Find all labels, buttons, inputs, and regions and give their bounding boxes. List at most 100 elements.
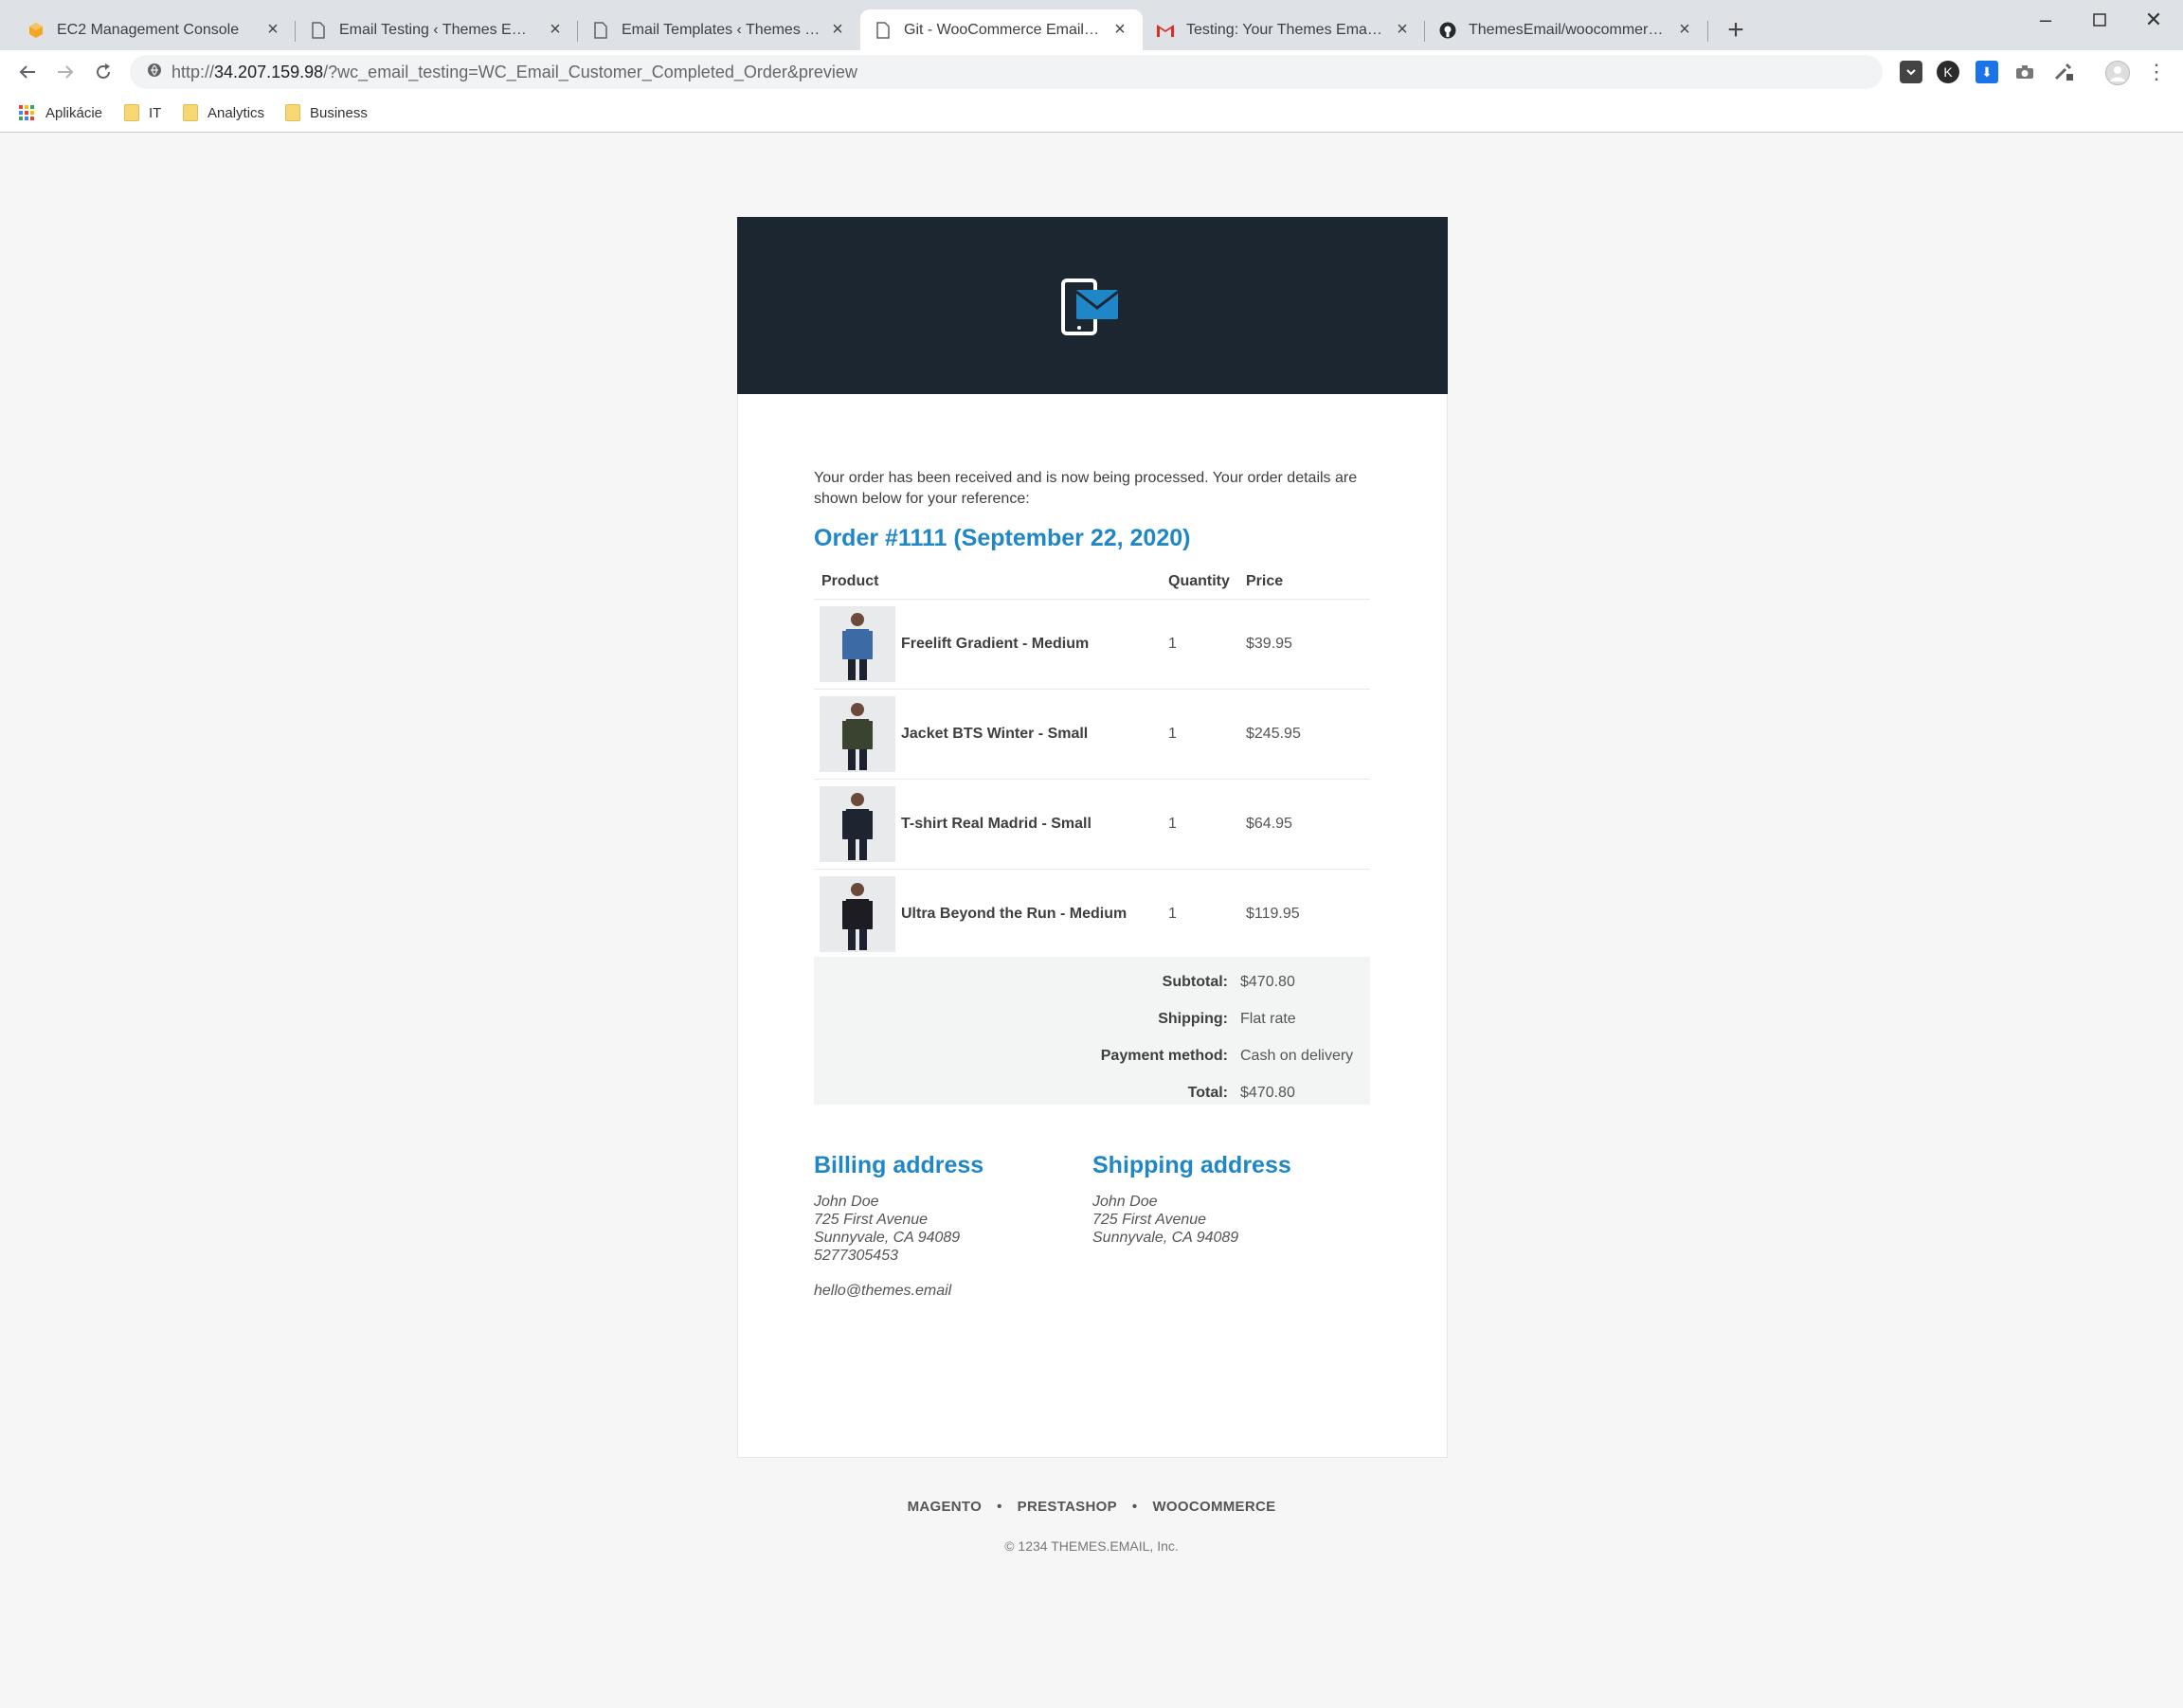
bookmark-folder-business[interactable]: Business [285, 101, 368, 124]
email-body: Your order has been received and is now … [737, 394, 1448, 1458]
totals-label: Subtotal: [1162, 974, 1228, 990]
close-icon[interactable]: × [263, 19, 282, 41]
table-row: Ultra Beyond the Run - Medium 1 $119.95 [814, 869, 1370, 959]
footer-link-woocommerce[interactable]: WOOCOMMERCE [1152, 1499, 1275, 1515]
billing-phone: 5277305453 [814, 1248, 898, 1264]
bookmark-apps[interactable]: Aplikácie [19, 101, 102, 124]
bookmark-folder-it[interactable]: IT [124, 101, 161, 124]
product-thumbnail [820, 876, 895, 952]
product-quantity: 1 [1161, 689, 1238, 780]
close-window-button[interactable]: ✕ [2132, 6, 2175, 34]
shipping-address-title: Shipping address [1092, 1152, 1291, 1178]
page-icon [309, 21, 328, 40]
tab-title: EC2 Management Console [57, 21, 240, 38]
totals-value: $470.80 [1240, 974, 1295, 990]
address-line: Sunnyvale, CA 94089 [1092, 1230, 1239, 1246]
address-bar[interactable]: http://34.207.159.98/?wc_email_testing=W… [130, 55, 1883, 89]
product-thumbnail [820, 786, 895, 862]
shipping-address: John Doe 725 First Avenue Sunnyvale, CA … [1092, 1193, 1238, 1247]
forward-button[interactable] [49, 56, 81, 88]
product-price: $245.95 [1238, 689, 1370, 780]
intro-text: Your order has been received and is now … [814, 470, 1358, 507]
minimize-button[interactable]: – [2024, 6, 2067, 34]
column-header-price: Price [1246, 573, 1284, 589]
url-host: 34.207.159.98 [214, 62, 324, 81]
profile-k-icon[interactable]: K [1937, 61, 1959, 83]
close-icon[interactable]: × [546, 19, 565, 41]
back-button[interactable] [11, 56, 44, 88]
product-price: $119.95 [1238, 869, 1370, 959]
maximize-button[interactable] [2078, 6, 2121, 34]
totals-row-payment-method: Payment method: Cash on delivery [814, 1044, 1370, 1069]
url-prefix: http:// [171, 62, 215, 81]
pocket-icon[interactable] [1900, 61, 1922, 83]
footer-link-prestashop[interactable]: PRESTASHOP [1018, 1499, 1117, 1515]
forward-arrow-icon [58, 65, 74, 79]
bookmark-folder-analytics[interactable]: Analytics [183, 101, 264, 124]
product-name: Freelift Gradient - Medium [901, 636, 1090, 652]
tab-title: Git - WooCommerce Email Temp [904, 21, 1103, 38]
totals-row-subtotal: Subtotal: $470.80 [814, 970, 1370, 995]
toolbar: http://34.207.159.98/?wc_email_testing=W… [0, 50, 2183, 94]
order-items-table: Product Quantity Price Freelift Gradient… [814, 565, 1370, 959]
eyedropper-icon[interactable] [2052, 61, 2075, 83]
product-cell: Jacket BTS Winter - Small [814, 689, 1161, 780]
browser-chrome: EC2 Management Console × Email Testing ‹… [0, 0, 2183, 133]
tab-git-woocommerce[interactable]: Git - WooCommerce Email Temp × [860, 9, 1143, 50]
product-name: Ultra Beyond the Run - Medium [901, 906, 1128, 922]
product-quantity: 1 [1161, 779, 1238, 870]
order-totals: Subtotal: $470.80 Shipping: Flat rate Pa… [814, 957, 1370, 1105]
column-header-product: Product [821, 573, 879, 589]
totals-value: Cash on delivery [1240, 1048, 1354, 1064]
billing-email[interactable]: hello@themes.email [814, 1282, 960, 1300]
menu-kebab-icon[interactable]: ⋮ [2145, 61, 2168, 83]
totals-value: $470.80 [1240, 1085, 1295, 1101]
account-icon[interactable] [2105, 61, 2130, 85]
product-quantity: 1 [1161, 869, 1238, 959]
tab-gmail-testing[interactable]: Testing: Your Themes Email order × [1143, 9, 1425, 50]
site-info-icon[interactable] [137, 63, 171, 82]
tab-github[interactable]: ThemesEmail/woocommerce-em × [1425, 9, 1707, 50]
totals-label: Shipping: [1158, 1011, 1228, 1027]
billing-address: John Doe 725 First Avenue Sunnyvale, CA … [814, 1193, 960, 1300]
footer-links: MAGENTO • PRESTASHOP • WOOCOMMERCE [0, 1499, 2183, 1515]
tab-title: Email Templates ‹ Themes Email – [622, 21, 821, 38]
download-icon[interactable]: ⬇ [1976, 61, 1998, 83]
folder-icon [124, 104, 139, 121]
close-icon[interactable]: × [1675, 19, 1694, 41]
close-icon[interactable]: × [828, 19, 847, 41]
gmail-icon [1156, 21, 1175, 40]
tab-ec2[interactable]: EC2 Management Console × [13, 9, 296, 50]
bookmarks-bar: Aplikácie IT Analytics Business [0, 95, 2183, 131]
tab-title: Testing: Your Themes Email order [1186, 21, 1385, 38]
tab-email-templates[interactable]: Email Templates ‹ Themes Email – × [578, 9, 860, 50]
table-row: T-shirt Real Madrid - Small 1 $64.95 [814, 779, 1370, 870]
folder-icon [285, 104, 300, 121]
tab-title: Email Testing ‹ Themes Email — W [339, 21, 538, 38]
product-figure-icon [842, 883, 873, 950]
product-quantity: 1 [1161, 599, 1238, 690]
billing-address-title: Billing address [814, 1152, 984, 1178]
bookmark-label: IT [149, 104, 162, 121]
address-line: 725 First Avenue [1092, 1212, 1207, 1228]
product-name: Jacket BTS Winter - Small [901, 726, 1089, 742]
back-arrow-icon [19, 65, 35, 79]
product-cell: Ultra Beyond the Run - Medium [814, 869, 1161, 959]
table-row: Freelift Gradient - Medium 1 $39.95 [814, 599, 1370, 690]
new-tab-button[interactable]: + [1723, 14, 1749, 46]
product-thumbnail [820, 696, 895, 772]
close-icon[interactable]: × [1110, 19, 1129, 41]
camera-icon[interactable] [2013, 61, 2036, 83]
address-line: John Doe [814, 1194, 879, 1210]
product-figure-icon [842, 613, 873, 680]
product-cell: T-shirt Real Madrid - Small [814, 779, 1161, 870]
column-header-quantity: Quantity [1168, 573, 1230, 589]
reload-button[interactable] [87, 56, 119, 88]
close-icon[interactable]: × [1393, 19, 1412, 41]
totals-row-total: Total: $470.80 [814, 1081, 1370, 1106]
tab-email-testing[interactable]: Email Testing ‹ Themes Email — W × [296, 9, 578, 50]
page-icon [874, 21, 893, 40]
footer-link-magento[interactable]: MAGENTO [908, 1499, 983, 1515]
tab-strip: EC2 Management Console × Email Testing ‹… [0, 0, 2183, 50]
url-path: /?wc_email_testing=WC_Email_Customer_Com… [323, 62, 857, 81]
